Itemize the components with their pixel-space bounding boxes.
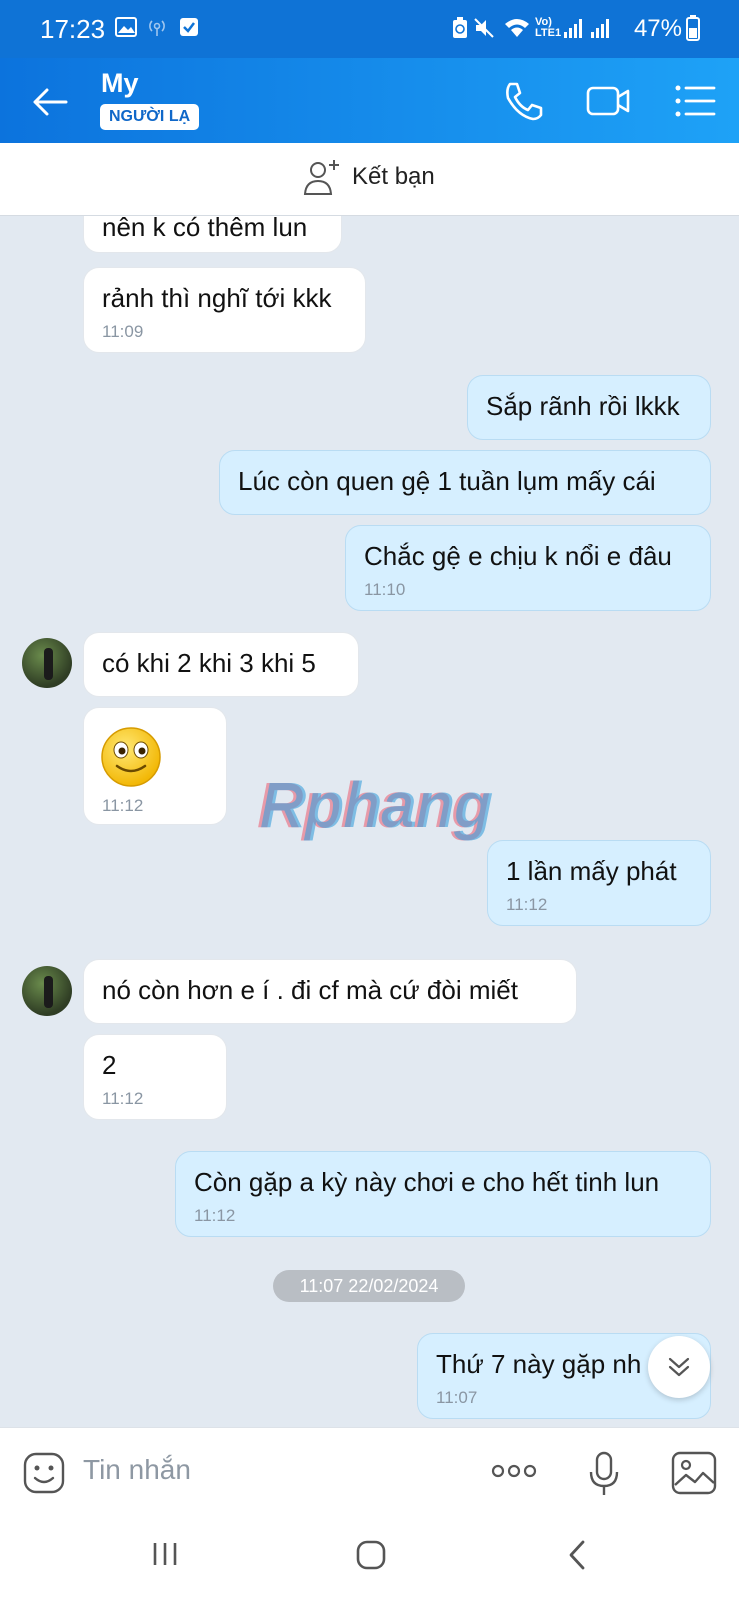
- message-bubble[interactable]: nên k có thêm lun: [83, 216, 342, 253]
- home-icon[interactable]: [355, 1539, 387, 1571]
- watermark-logo: Rphang: [260, 769, 493, 841]
- gallery-notification-icon: [115, 17, 137, 37]
- message-time: 11:12: [506, 895, 548, 915]
- system-nav-bar: [0, 1517, 739, 1600]
- message-input-bar: Tin nhắn: [0, 1427, 739, 1517]
- checkbox-notification-icon: [180, 18, 198, 36]
- add-friend-label: Kết bạn: [352, 163, 435, 190]
- message-bubble[interactable]: Lúc còn quen gệ 1 tuần lụm mấy cái: [219, 450, 711, 515]
- hotspot-icon: [149, 20, 165, 36]
- smiley-sticker-icon: [101, 727, 161, 787]
- system-back-icon[interactable]: [565, 1539, 589, 1571]
- message-input[interactable]: Tin nhắn: [83, 1454, 191, 1486]
- contact-name[interactable]: My: [101, 68, 139, 99]
- video-call-icon[interactable]: [585, 78, 631, 124]
- stranger-badge: NGƯỜI LẠ: [100, 104, 200, 130]
- more-options-icon[interactable]: [490, 1463, 538, 1479]
- battery-icon: [686, 15, 700, 41]
- emoji-sticker-icon[interactable]: [22, 1451, 66, 1495]
- message-time: 11:12: [102, 796, 144, 815]
- mute-icon: [474, 18, 494, 38]
- message-time: 11:07: [436, 1388, 478, 1408]
- message-time: 11:12: [102, 1089, 144, 1109]
- message-bubble[interactable]: nó còn hơn e í . đi cf mà cứ đòi miết: [83, 959, 577, 1024]
- double-chevron-down-icon: [668, 1357, 690, 1377]
- back-arrow-icon[interactable]: [30, 82, 70, 122]
- add-user-icon: [303, 160, 339, 195]
- message-time: 11:10: [364, 580, 406, 600]
- message-bubble[interactable]: rảnh thì nghĩ tới kkk 11:09: [83, 267, 366, 353]
- message-text: Chắc gệ e chịu k nổi e đâu: [364, 541, 672, 571]
- microphone-icon[interactable]: [588, 1451, 620, 1497]
- phone-icon[interactable]: [500, 78, 546, 124]
- message-list[interactable]: nên k có thêm lun rảnh thì nghĩ tới kkk …: [0, 216, 739, 1427]
- message-bubble[interactable]: Sắp rãnh rồi lkkk: [467, 375, 711, 440]
- message-text: 2: [102, 1050, 117, 1080]
- recent-apps-icon[interactable]: [150, 1539, 180, 1569]
- menu-list-icon[interactable]: [672, 78, 718, 124]
- scroll-to-bottom-button[interactable]: [648, 1336, 710, 1398]
- message-text: Còn gặp a kỳ này chơi e cho hết tinh lun: [194, 1167, 660, 1197]
- message-bubble[interactable]: Chắc gệ e chịu k nổi e đâu 11:10: [345, 525, 711, 611]
- message-text: nên k có thêm lun: [102, 216, 308, 242]
- wifi-icon: [505, 19, 529, 37]
- sticker-bubble[interactable]: 11:12: [83, 707, 227, 825]
- message-text: 1 lần mấy phát: [506, 856, 677, 886]
- signal-icon: [564, 19, 582, 38]
- message-bubble[interactable]: 1 lần mấy phát 11:12: [487, 840, 711, 926]
- chat-header: My NGƯỜI LẠ: [0, 58, 739, 143]
- network-type-label: Vo) LTE1: [535, 16, 562, 39]
- message-text: nó còn hơn e í . đi cf mà cứ đòi miết: [102, 975, 518, 1005]
- add-friend-button[interactable]: Kết bạn: [302, 157, 435, 197]
- status-bar: 17:23 Vo) LTE1 47%: [0, 0, 739, 58]
- status-time: 17:23: [40, 14, 106, 44]
- battery-percent: 47%: [633, 15, 682, 42]
- message-text: Sắp rãnh rồi lkkk: [486, 391, 680, 421]
- date-separator: 11:07 22/02/2024: [273, 1270, 465, 1302]
- message-text: có khi 2 khi 3 khi 5: [102, 648, 316, 678]
- battery-saver-icon: [453, 17, 467, 38]
- message-text: rảnh thì nghĩ tới kkk: [102, 283, 332, 313]
- message-bubble[interactable]: có khi 2 khi 3 khi 5: [83, 632, 359, 697]
- signal-2-icon: [591, 19, 609, 38]
- message-text: Lúc còn quen gệ 1 tuần lụm mấy cái: [238, 466, 656, 496]
- avatar[interactable]: [22, 966, 72, 1016]
- image-gallery-icon[interactable]: [671, 1451, 717, 1495]
- message-time: 11:09: [102, 322, 144, 342]
- add-friend-bar: Kết bạn: [0, 143, 739, 216]
- message-bubble[interactable]: Còn gặp a kỳ này chơi e cho hết tinh lun…: [175, 1151, 711, 1237]
- avatar[interactable]: [22, 638, 72, 688]
- message-time: 11:12: [194, 1206, 236, 1226]
- message-bubble[interactable]: 2 11:12: [83, 1034, 227, 1120]
